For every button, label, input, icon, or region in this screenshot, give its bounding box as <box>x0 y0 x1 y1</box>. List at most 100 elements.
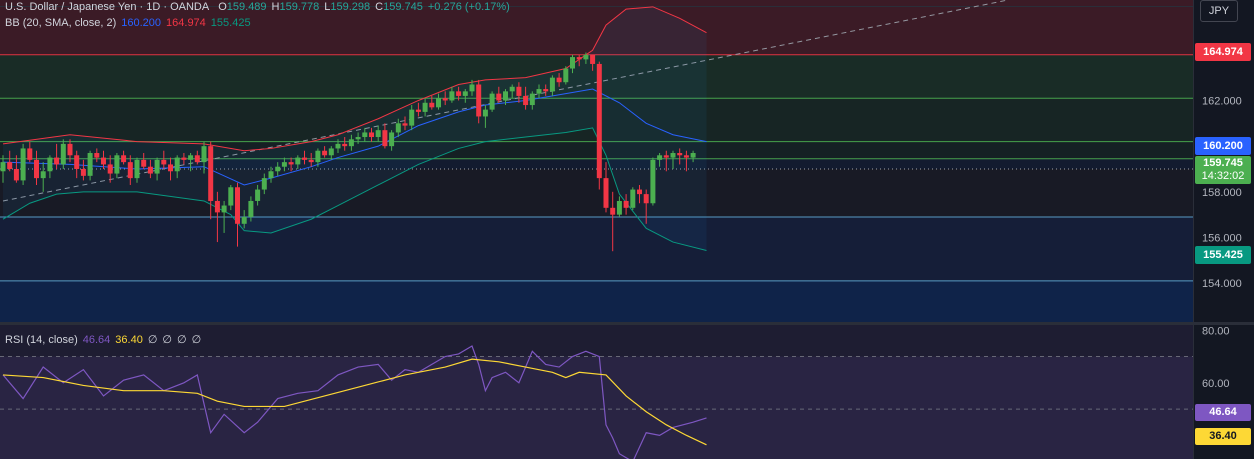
candle <box>101 157 106 165</box>
rsi-legend[interactable]: RSI (14, close) 46.64 36.40 ∅ ∅ ∅ ∅ <box>5 333 201 347</box>
candle <box>596 63 602 179</box>
candle <box>147 166 153 174</box>
candle <box>302 157 307 160</box>
bb-legend[interactable]: BB (20, SMA, close, 2) 160.200 164.974 1… <box>5 17 251 29</box>
candle <box>194 155 200 163</box>
candle <box>161 159 167 165</box>
candle <box>114 155 120 174</box>
price-zone <box>0 216 1193 281</box>
candle <box>576 57 582 60</box>
candle <box>389 132 395 147</box>
candle <box>409 109 415 126</box>
candle <box>141 159 147 167</box>
candle <box>248 200 254 217</box>
candle <box>228 187 234 206</box>
candle <box>616 200 622 215</box>
bb-label[interactable]: BB (20, SMA, close, 2) <box>5 17 116 29</box>
bb-basis-tag-text: 160.200 <box>1203 139 1243 152</box>
high-value: 159.778 <box>279 1 320 13</box>
candle <box>322 150 328 156</box>
candle <box>0 162 6 172</box>
price-axis-tick: 154.000 <box>1202 278 1242 290</box>
rsi-extra-1: ∅ <box>147 334 158 346</box>
candle <box>369 132 374 138</box>
symbol-title[interactable]: U.S. Dollar / Japanese Yen · 1D · OANDA <box>5 1 209 13</box>
candle <box>275 166 281 172</box>
candle <box>543 89 549 92</box>
candle <box>382 130 388 147</box>
chart-canvas[interactable]: 154.000156.000158.000160.000162.000164.0… <box>0 0 1254 459</box>
candle <box>489 93 495 110</box>
price-axis-tick: 158.000 <box>1202 187 1242 199</box>
rsi-tag-text: 46.64 <box>1209 406 1237 418</box>
close-value: 159.745 <box>383 1 423 13</box>
candle <box>288 162 294 165</box>
candle <box>670 153 676 158</box>
candle <box>402 123 408 126</box>
candle <box>268 171 274 179</box>
bb-lower-value: 155.425 <box>210 17 251 29</box>
candle <box>657 155 663 160</box>
candle <box>74 155 80 169</box>
bb-upper-tag: 164.974 <box>1195 43 1251 61</box>
candle <box>348 139 354 147</box>
close-label: C <box>375 1 384 13</box>
candle <box>201 146 207 163</box>
candle <box>154 159 160 174</box>
rsi-extra-3: ∅ <box>177 334 187 346</box>
candle <box>188 155 194 160</box>
candle <box>442 98 448 101</box>
candle <box>590 54 596 64</box>
rsi-ma-value: 36.40 <box>115 333 143 346</box>
price-tag: 159.745 14:32:02 <box>1195 156 1251 184</box>
rsi-tag: 46.64 <box>1195 404 1251 421</box>
candle <box>261 178 267 190</box>
candle <box>683 155 689 158</box>
candle <box>496 93 502 101</box>
candle <box>335 143 341 149</box>
candle <box>281 162 287 167</box>
candle <box>603 178 609 208</box>
candle <box>650 159 656 204</box>
bb-basis-value: 160.200 <box>121 17 162 29</box>
price-axis-tick: 156.000 <box>1202 233 1242 245</box>
candle <box>469 84 475 92</box>
candle <box>415 109 421 112</box>
candle <box>255 189 261 201</box>
rsi-axis-tick: 60.00 <box>1202 378 1230 390</box>
candle <box>67 143 73 156</box>
candle <box>563 68 569 83</box>
tradingview-chart[interactable]: 154.000156.000158.000160.000162.000164.0… <box>0 0 1254 459</box>
currency-unit-button[interactable]: JPY <box>1200 0 1238 22</box>
candle <box>241 216 247 224</box>
candle <box>7 162 13 169</box>
candle <box>127 162 133 179</box>
bb-lower-tag-text: 155.425 <box>1203 248 1243 261</box>
candle <box>20 148 26 181</box>
candle <box>34 159 39 179</box>
candle <box>536 89 542 94</box>
price-tag-text: 159.745 <box>1203 157 1243 169</box>
symbol-legend[interactable]: U.S. Dollar / Japanese Yen · 1D · OANDA … <box>5 1 510 13</box>
bb-upper-tag-text: 164.974 <box>1203 45 1243 58</box>
candle <box>342 143 348 147</box>
open-value: 159.489 <box>226 1 267 13</box>
candle <box>643 194 649 204</box>
rsi-ma-tag: 36.40 <box>1195 428 1251 445</box>
candle <box>308 159 314 163</box>
candle <box>690 153 696 158</box>
rsi-label[interactable]: RSI (14, close) <box>5 334 78 346</box>
candle <box>677 153 683 156</box>
candle <box>134 159 140 179</box>
candle <box>375 130 381 138</box>
candle <box>235 187 240 224</box>
candle <box>27 148 33 160</box>
candle <box>623 200 629 208</box>
candle <box>523 95 529 106</box>
rsi-band-fill <box>0 356 1193 459</box>
candle <box>395 123 401 133</box>
candle <box>121 155 127 163</box>
candle <box>355 137 361 140</box>
candle <box>315 150 321 163</box>
candle <box>476 84 482 117</box>
